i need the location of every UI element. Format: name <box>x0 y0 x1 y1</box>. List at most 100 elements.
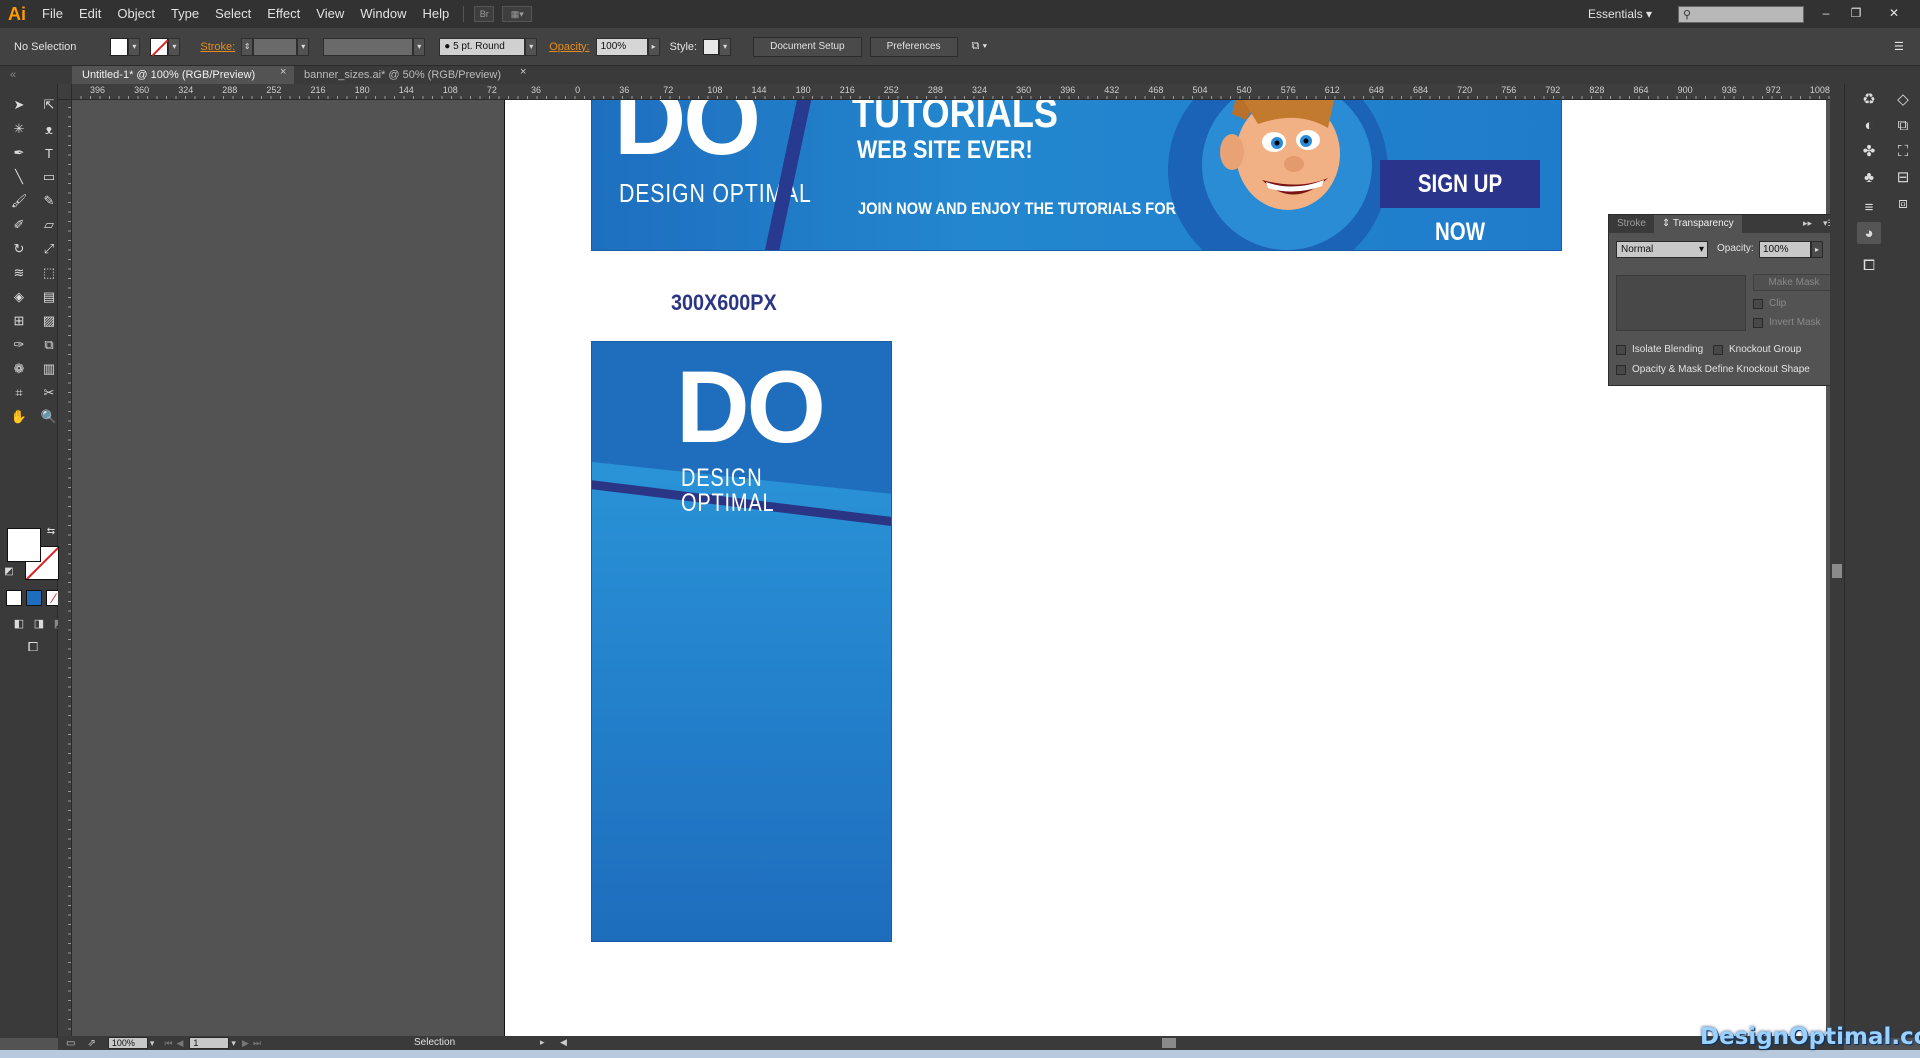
gradient-mode-icon[interactable] <box>26 590 42 606</box>
symbol-sprayer-tool-icon[interactable]: ❁ <box>8 358 30 380</box>
variable-width-profile[interactable] <box>323 37 414 56</box>
screen-mode-icon[interactable]: ⧠ <box>22 636 44 658</box>
brush-definition-field[interactable]: ● 5 pt. Round <box>439 37 526 56</box>
opacity-label[interactable]: Opacity: <box>543 41 595 53</box>
vertical-scrollbar[interactable] <box>1830 84 1844 1036</box>
stroke-weight-field[interactable] <box>253 37 298 56</box>
status-menu-arrow[interactable]: ▸ <box>540 1037 545 1048</box>
pathfinder-icon[interactable]: ⧈ <box>1891 192 1915 214</box>
zoom-level-field[interactable]: 100% <box>107 1037 148 1049</box>
close-window-button[interactable]: ✕ <box>1884 4 1904 22</box>
lasso-tool-icon[interactable]: ᴥ <box>38 118 60 140</box>
clip-checkbox[interactable]: Clip <box>1753 298 1786 309</box>
fill-dropdown[interactable]: ▾ <box>128 37 141 56</box>
menu-view[interactable]: View <box>308 0 352 28</box>
layers-icon[interactable]: ◇ <box>1891 88 1915 110</box>
horizontal-scroll-thumb[interactable] <box>1162 1038 1176 1048</box>
pen-tool-icon[interactable]: ✒ <box>8 142 30 164</box>
appearance-icon[interactable]: ⧠ <box>1857 254 1881 276</box>
size-label[interactable]: 300X600PX <box>671 292 777 314</box>
close-tab-icon[interactable]: × <box>520 66 526 78</box>
direct-selection-tool-icon[interactable]: ⇱ <box>38 94 60 116</box>
menu-file[interactable]: File <box>34 0 71 28</box>
help-search-input[interactable]: ⚲ <box>1678 6 1804 23</box>
leaderboard-banner[interactable]: DO DESIGN OPTIMAL TUTORIALS WEB SITE EVE… <box>591 100 1562 251</box>
hand-tool-icon[interactable]: ✋ <box>8 406 30 428</box>
first-artboard-icon[interactable]: ⏮ <box>164 1038 172 1049</box>
color-guide-icon[interactable]: ♻ <box>1857 88 1881 110</box>
graphic-style-dropdown[interactable]: ▾ <box>719 37 732 56</box>
stroke-swatch[interactable] <box>150 37 169 56</box>
opacity-arrow[interactable]: ▸ <box>647 37 660 56</box>
blob-brush-tool-icon[interactable]: ✐ <box>8 214 30 236</box>
opacity-mask-knockout-checkbox[interactable]: Opacity & Mask Define Knockout Shape <box>1616 364 1810 375</box>
previous-artboard-icon[interactable]: ◀ <box>176 1038 183 1049</box>
fill-color-box[interactable] <box>7 528 41 562</box>
tab-untitled-1[interactable]: Untitled-1* @ 100% (RGB/Preview) <box>72 66 294 84</box>
opacity-input[interactable]: 100% <box>1759 241 1811 258</box>
document-setup-button[interactable]: Document Setup <box>753 36 862 57</box>
swap-colors-icon[interactable]: ⇆ <box>44 524 58 538</box>
shape-builder-tool-icon[interactable]: ◈ <box>8 286 30 308</box>
mesh-tool-icon[interactable]: ⊞ <box>8 310 30 332</box>
blend-mode-select[interactable]: Normal ▾ <box>1616 241 1708 258</box>
stroke-dropdown[interactable]: ▾ <box>168 37 181 56</box>
collapse-panel-icon[interactable]: ▸▸ <box>1803 218 1812 229</box>
perspective-grid-tool-icon[interactable]: ▤ <box>38 286 60 308</box>
blend-tool-icon[interactable]: ⧉ <box>38 334 60 356</box>
graphic-style-swatch[interactable] <box>703 38 720 55</box>
artboard-dropdown-icon[interactable]: ▾ <box>231 1038 236 1049</box>
fill-swatch[interactable] <box>110 37 129 56</box>
default-colors-icon[interactable]: ◩ <box>2 564 16 578</box>
bridge-button[interactable]: Br <box>474 6 495 22</box>
opacity-input[interactable]: 100% <box>595 37 648 56</box>
invert-mask-checkbox[interactable]: Invert Mask <box>1753 317 1821 328</box>
rectangle-tool-icon[interactable]: ▭ <box>38 166 60 188</box>
scale-tool-icon[interactable]: ⤢ <box>38 238 60 260</box>
menu-effect[interactable]: Effect <box>259 0 308 28</box>
artboard-number-field[interactable]: 1 <box>189 1037 230 1049</box>
open-in-bridge-icon[interactable]: ⇗ <box>87 1038 95 1049</box>
restore-button[interactable]: ❐ <box>1846 4 1866 22</box>
line-tool-icon[interactable]: ╲ <box>8 166 30 188</box>
horizontal-ruler[interactable]: 396 360 324 288 252 216 180 144 108 72 36 0 36 72 108 1… <box>72 84 1830 100</box>
workspace-switcher[interactable]: Essentials ▾ <box>1580 0 1660 28</box>
knockout-group-checkbox[interactable]: Knockout Group <box>1713 344 1801 355</box>
menu-window[interactable]: Window <box>352 0 414 28</box>
arrange-documents-button[interactable]: ▦▾ <box>502 6 533 22</box>
last-artboard-icon[interactable]: ⏭ <box>253 1038 261 1049</box>
draw-behind-icon[interactable]: ◨ <box>28 612 50 634</box>
preferences-button[interactable]: Preferences <box>869 36 958 57</box>
column-graph-tool-icon[interactable]: ▥ <box>38 358 60 380</box>
artboards-icon[interactable]: ⧉ <box>1891 114 1915 136</box>
isolate-blending-checkbox[interactable]: Isolate Blending <box>1616 344 1703 355</box>
vertical-scroll-thumb[interactable] <box>1832 564 1842 578</box>
scroll-left-icon[interactable]: ◀ <box>560 1037 567 1048</box>
minimize-button[interactable]: – <box>1816 4 1836 22</box>
menu-select[interactable]: Select <box>207 0 259 28</box>
stroke-label[interactable]: Stroke: <box>194 41 241 53</box>
stroke-weight-stepper[interactable]: ⇕ <box>241 37 254 56</box>
transform-icon[interactable]: ⛶ <box>1891 140 1915 162</box>
brush-definition-dropdown[interactable]: ▾ <box>525 37 538 56</box>
tabs-collapse-icon[interactable]: « <box>0 66 72 84</box>
color-mode-icon[interactable] <box>6 590 22 606</box>
transparency-panel-icon[interactable]: ◕ <box>1857 222 1881 244</box>
horizontal-scrollbar[interactable] <box>556 1036 1844 1050</box>
magic-wand-tool-icon[interactable]: ✳ <box>8 118 30 140</box>
tab-transparency[interactable]: ⇕ Transparency <box>1653 215 1742 233</box>
skyscraper-banner[interactable]: DO DESIGN OPTIMAL <box>591 341 892 942</box>
menu-type[interactable]: Type <box>163 0 207 28</box>
paintbrush-tool-icon[interactable]: 🖌 <box>8 190 30 212</box>
artboard-tool-icon[interactable]: ⌗ <box>8 382 30 404</box>
version-cue-icon[interactable]: ▭ <box>66 1038 75 1049</box>
zoom-tool-icon[interactable]: 🔍 <box>38 406 60 428</box>
free-transform-tool-icon[interactable]: ⬚ <box>38 262 60 284</box>
control-panel-menu-icon[interactable]: ☰ <box>1888 40 1910 53</box>
type-tool-icon[interactable]: T <box>38 142 60 164</box>
eyedropper-tool-icon[interactable]: ✑ <box>8 334 30 356</box>
close-tab-icon[interactable]: × <box>280 66 286 78</box>
tab-stroke[interactable]: Stroke <box>1609 215 1654 233</box>
zoom-dropdown-icon[interactable]: ▾ <box>150 1038 155 1049</box>
variable-width-dropdown[interactable]: ▾ <box>413 37 426 56</box>
